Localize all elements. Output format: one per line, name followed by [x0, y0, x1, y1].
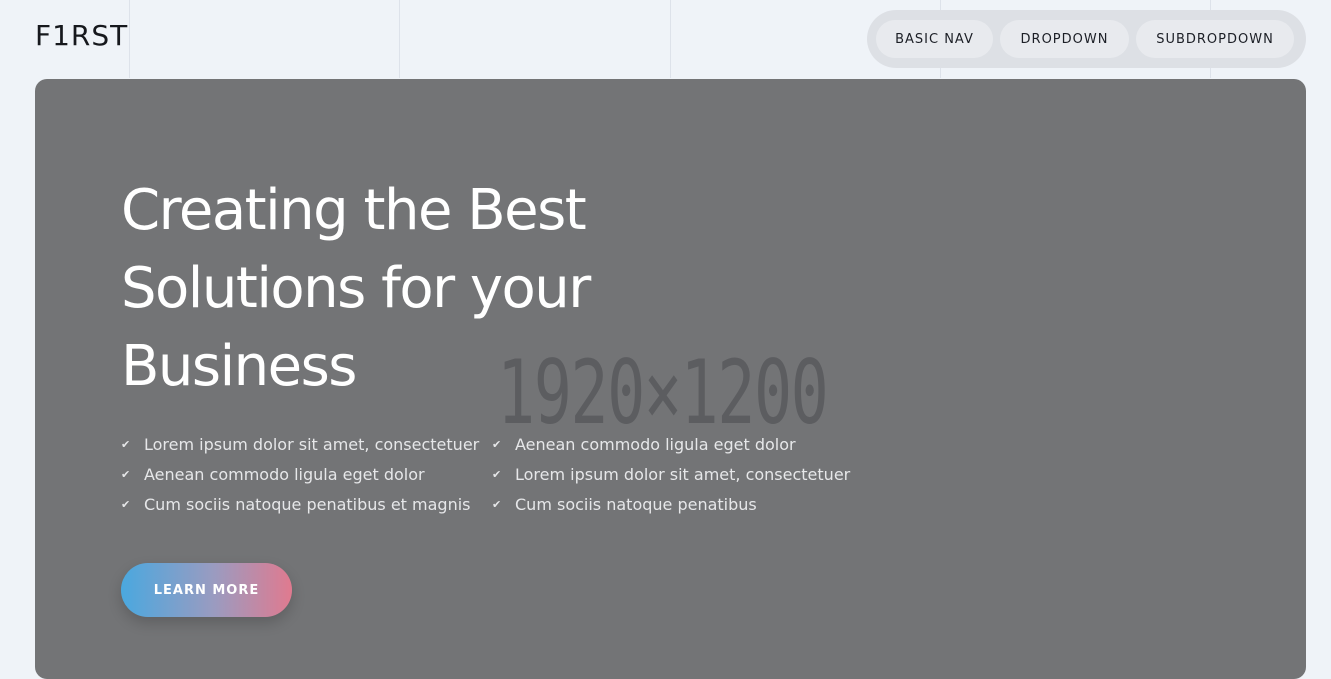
feature-text: Cum sociis natoque penatibus et magnis: [144, 494, 471, 514]
check-icon: ✔: [492, 467, 502, 481]
feature-item: ✔ Aenean commodo ligula eget dolor: [121, 459, 492, 489]
nav-basic-nav[interactable]: BASIC NAV: [876, 20, 993, 58]
feature-text: Aenean commodo ligula eget dolor: [144, 464, 425, 484]
feature-item: ✔ Aenean commodo ligula eget dolor: [492, 429, 850, 459]
site-logo[interactable]: F1RST: [35, 22, 128, 50]
feature-text: Cum sociis natoque penatibus: [515, 494, 757, 514]
feature-item: ✔ Lorem ipsum dolor sit amet, consectetue…: [121, 429, 492, 459]
check-icon: ✔: [121, 437, 131, 451]
feature-item: ✔ Cum sociis natoque penatibus: [492, 489, 850, 519]
feature-list: ✔ Lorem ipsum dolor sit amet, consectetue…: [121, 429, 850, 519]
nav-subdropdown[interactable]: SUBDROPDOWN: [1136, 20, 1294, 58]
feature-column-left: ✔ Lorem ipsum dolor sit amet, consectetue…: [121, 429, 492, 519]
feature-item: ✔ Cum sociis natoque penatibus et magnis: [121, 489, 492, 519]
check-icon: ✔: [121, 497, 131, 511]
guide-line: [670, 0, 671, 78]
check-icon: ✔: [121, 467, 131, 481]
feature-item: ✔ Lorem ipsum dolor sit amet, consectetue…: [492, 459, 850, 489]
learn-more-button[interactable]: LEARN MORE: [121, 563, 292, 617]
feature-column-right: ✔ Aenean commodo ligula eget dolor ✔ Lorem…: [492, 429, 850, 519]
feature-text: Aenean commodo ligula eget dolor: [515, 434, 796, 454]
guide-line: [399, 0, 400, 78]
check-icon: ✔: [492, 497, 502, 511]
feature-text: Lorem ipsum dolor sit amet, consectetuer: [515, 464, 851, 484]
check-icon: ✔: [492, 437, 502, 451]
guide-line: [129, 0, 130, 78]
hero-title: Creating the Best Solutions for your Bus…: [121, 178, 591, 399]
hero-section: 1920×1200 Creating the Best Solutions fo…: [35, 79, 1306, 679]
main-nav: BASIC NAV DROPDOWN SUBDROPDOWN: [867, 10, 1306, 68]
nav-dropdown[interactable]: DROPDOWN: [1000, 20, 1129, 58]
feature-text: Lorem ipsum dolor sit amet, consectetuer: [144, 434, 480, 454]
